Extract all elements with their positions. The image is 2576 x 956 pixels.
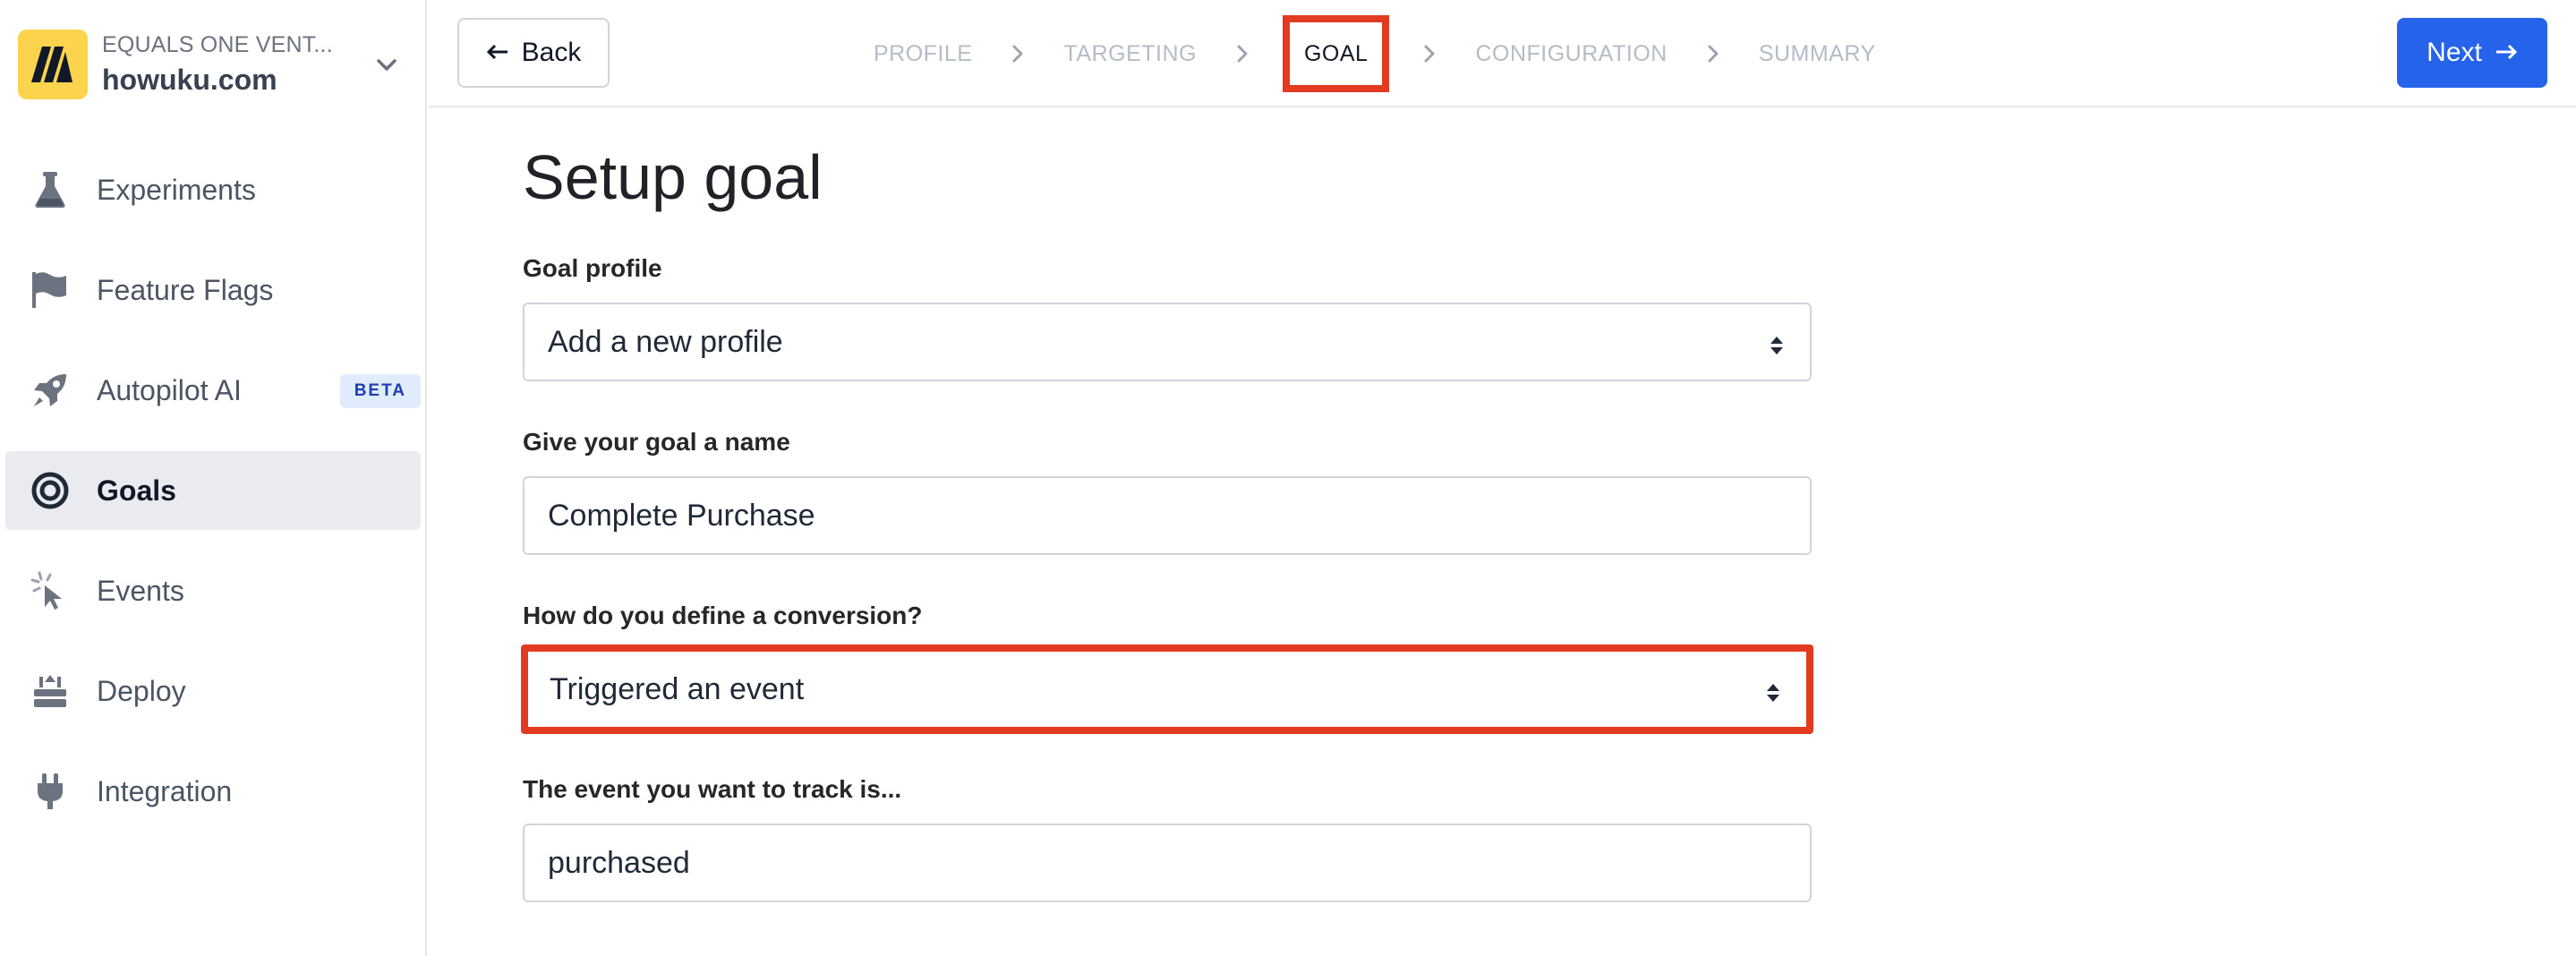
beta-badge: BETA [339,374,421,408]
step-summary[interactable]: SUMMARY [1757,41,1878,67]
chevron-right-icon [1420,44,1439,64]
goal-name-value: Complete Purchase [548,498,815,533]
workspace-logo-icon [18,30,88,99]
arrow-left-icon [486,38,509,68]
event-value: purchased [548,845,690,880]
app-root: EQUALS ONE VENT... howuku.com Experiment… [0,0,2576,956]
workspace-domain: howuku.com [102,64,277,96]
conversion-label: How do you define a conversion? [523,602,923,629]
step-configuration[interactable]: CONFIGURATION [1473,41,1668,67]
event-label: The event you want to track is... [523,775,902,803]
goal-name-input[interactable]: Complete Purchase [523,476,1812,555]
sidebar-item-label: Feature Flags [97,273,274,306]
sidebar-item-label: Experiments [97,173,256,206]
chevron-down-icon[interactable] [374,52,399,77]
cursor-click-icon [30,571,70,610]
step-targeting[interactable]: TARGETING [1062,41,1198,67]
chevron-right-icon [1008,44,1028,64]
sidebar-item-feature-flags[interactable]: Feature Flags [5,251,421,329]
next-button[interactable]: Next [2397,18,2547,88]
sidebar-item-label: Events [97,574,184,607]
chevron-right-icon [1233,44,1252,64]
step-profile[interactable]: PROFILE [872,41,974,67]
back-button[interactable]: Back [457,18,610,88]
goal-profile-label: Goal profile [523,254,662,282]
sidebar-item-deploy[interactable]: Deploy [5,652,421,730]
goal-name-label: Give your goal a name [523,428,790,456]
chevron-right-icon [1703,44,1723,64]
sidebar-item-label: Deploy [97,674,186,707]
sidebar-item-autopilot-ai[interactable]: Autopilot AI BETA [5,351,421,430]
plug-icon [30,772,70,811]
sidebar-item-label: Goals [97,474,176,507]
goal-profile-select[interactable]: Add a new profile [523,303,1812,381]
wizard-steps: PROFILE TARGETING GOAL CONFIGURATION SUM… [872,15,1878,92]
rocket-icon [30,371,70,410]
next-button-label: Next [2427,38,2482,67]
back-button-label: Back [521,38,582,67]
select-arrows-icon [1765,678,1781,702]
deploy-icon [30,671,70,711]
flask-icon [30,170,70,209]
sidebar-item-label: Autopilot AI [97,373,242,406]
sidebar-item-integration[interactable]: Integration [5,752,421,831]
select-arrows-icon [1769,330,1785,354]
workspace-switcher[interactable]: EQUALS ONE VENT... howuku.com [18,27,412,102]
conversion-select[interactable]: Triggered an event [521,644,1813,734]
sidebar-item-label: Integration [97,774,233,807]
goal-profile-value: Add a new profile [548,324,783,359]
arrow-right-icon [2495,38,2518,68]
event-input[interactable]: purchased [523,824,1812,902]
workspace-org-name: EQUALS ONE VENT... [102,32,333,57]
sidebar: EQUALS ONE VENT... howuku.com Experiment… [0,0,427,956]
target-icon [30,471,70,510]
sidebar-item-experiments[interactable]: Experiments [5,150,421,229]
step-goal[interactable]: GOAL [1282,15,1390,92]
wizard-topbar: Back PROFILE TARGETING GOAL CONFIGURATIO… [429,0,2576,107]
sidebar-nav: Experiments Feature Flags Autopilot AI B… [5,150,421,852]
conversion-value: Triggered an event [550,671,805,706]
sidebar-item-goals[interactable]: Goals [5,451,421,530]
page-title: Setup goal [523,142,823,212]
workspace-text: EQUALS ONE VENT... howuku.com [102,32,333,97]
sidebar-item-events[interactable]: Events [5,551,421,630]
flag-icon [30,270,70,310]
